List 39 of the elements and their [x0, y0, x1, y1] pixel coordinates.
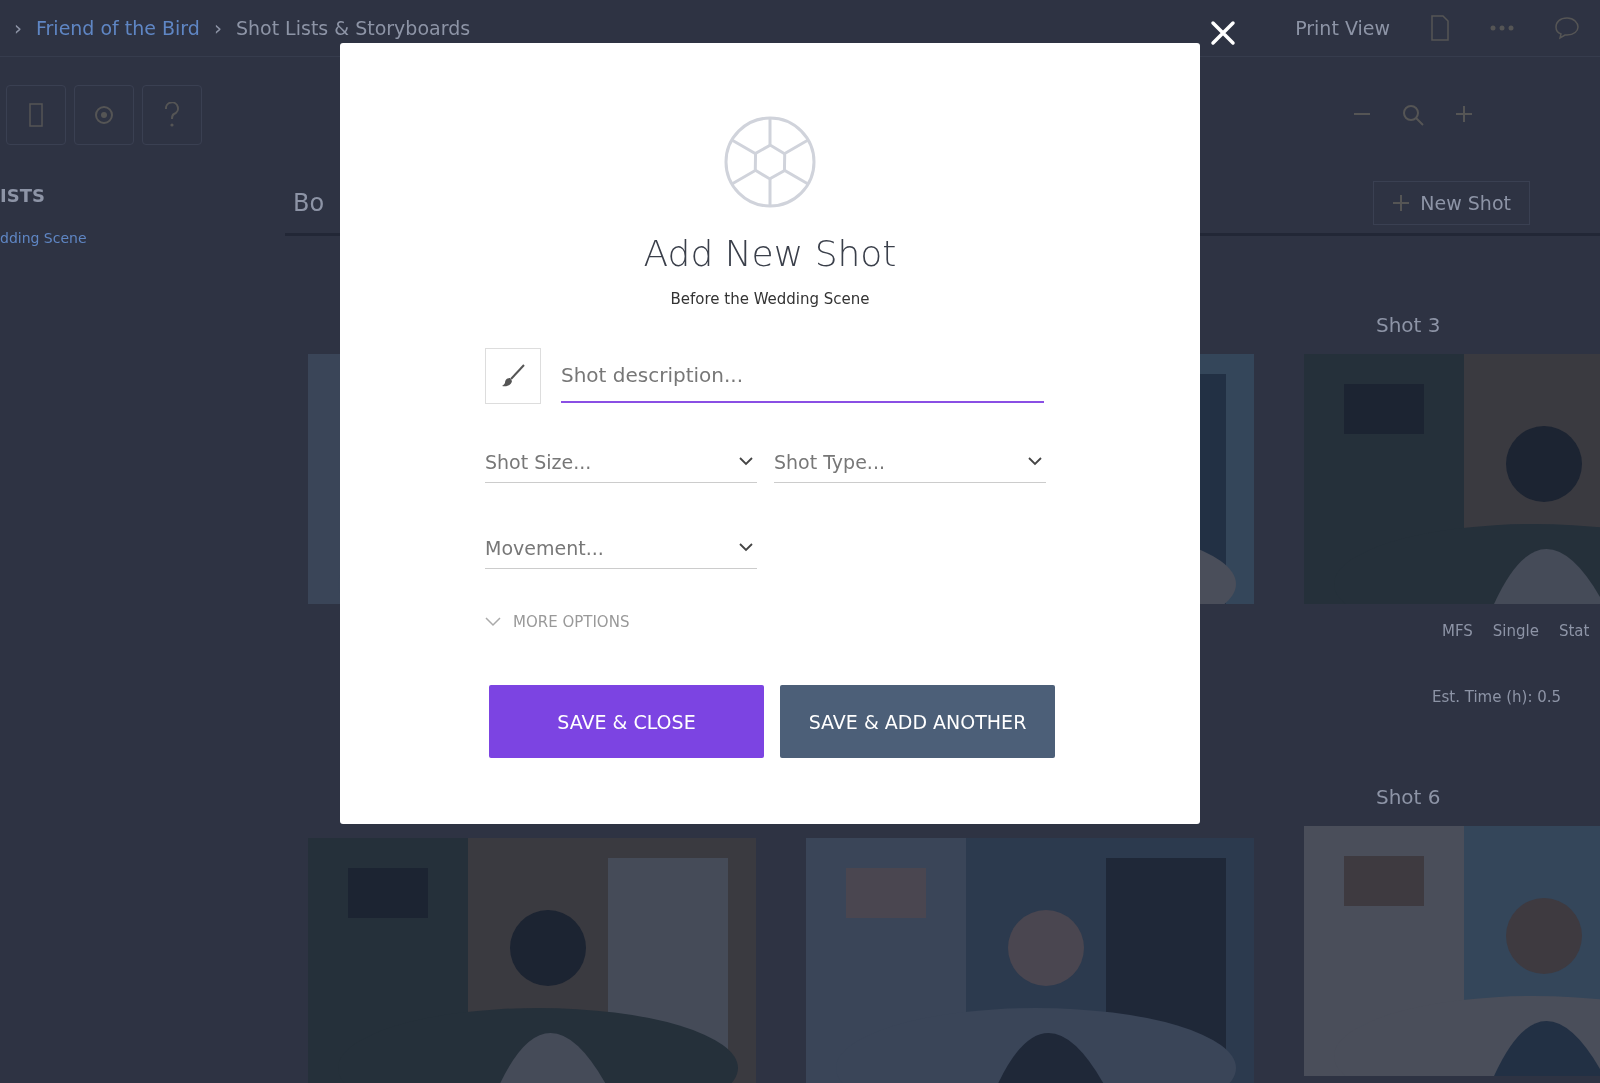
shot-tag: MFS: [1442, 622, 1473, 640]
brush-button[interactable]: [485, 348, 541, 404]
help-icon: [164, 102, 180, 128]
new-shot-button[interactable]: New Shot: [1373, 181, 1530, 225]
board-tab[interactable]: Bo: [293, 189, 325, 217]
settings-icon: [92, 103, 116, 127]
breadcrumb-separator: ›: [213, 16, 222, 40]
breadcrumb-link[interactable]: Friend of the Bird: [36, 17, 200, 39]
chevron-icon: [739, 543, 753, 552]
plus-icon: [1392, 194, 1411, 212]
more-options-toggle[interactable]: MORE OPTIONS: [485, 613, 630, 631]
shot-title: Shot 3: [1375, 312, 1442, 339]
print-view-link[interactable]: Print View: [1295, 17, 1390, 39]
breadcrumb-current: Shot Lists & Storyboards: [235, 17, 471, 39]
search-icon[interactable]: [1402, 104, 1424, 126]
chat-icon[interactable]: [1554, 16, 1580, 40]
shot-title: Shot 6: [1375, 784, 1442, 811]
chevron-icon: [1028, 457, 1042, 466]
brush-icon: [500, 363, 526, 389]
estimated-time: Est. Time (h): 0.5: [1431, 687, 1563, 708]
settings-button[interactable]: [74, 85, 134, 145]
panel-icon: [29, 103, 43, 127]
sidebar-heading: ISTS: [0, 185, 46, 206]
aperture-icon: [723, 115, 817, 209]
zoom-in-icon[interactable]: [1454, 104, 1474, 124]
chevron-icon: [485, 617, 501, 627]
chevron-icon: [739, 457, 753, 466]
more-icon[interactable]: [1490, 25, 1514, 31]
shot-tag: Stat: [1558, 622, 1590, 640]
dialog-title: Add New Shot: [643, 233, 897, 274]
breadcrumb-separator: ›: [14, 16, 22, 40]
save-close-button[interactable]: SAVE & CLOSE: [489, 685, 764, 758]
shot-tag: Single: [1492, 622, 1539, 640]
save-add-button[interactable]: SAVE & ADD ANOTHER: [780, 685, 1055, 758]
panel-button[interactable]: [6, 85, 66, 145]
document-icon[interactable]: [1430, 15, 1450, 41]
dialog-subtitle: Before the Wedding Scene: [670, 290, 870, 308]
help-button[interactable]: [142, 85, 202, 145]
sidebar-item[interactable]: dding Scene: [0, 230, 87, 246]
